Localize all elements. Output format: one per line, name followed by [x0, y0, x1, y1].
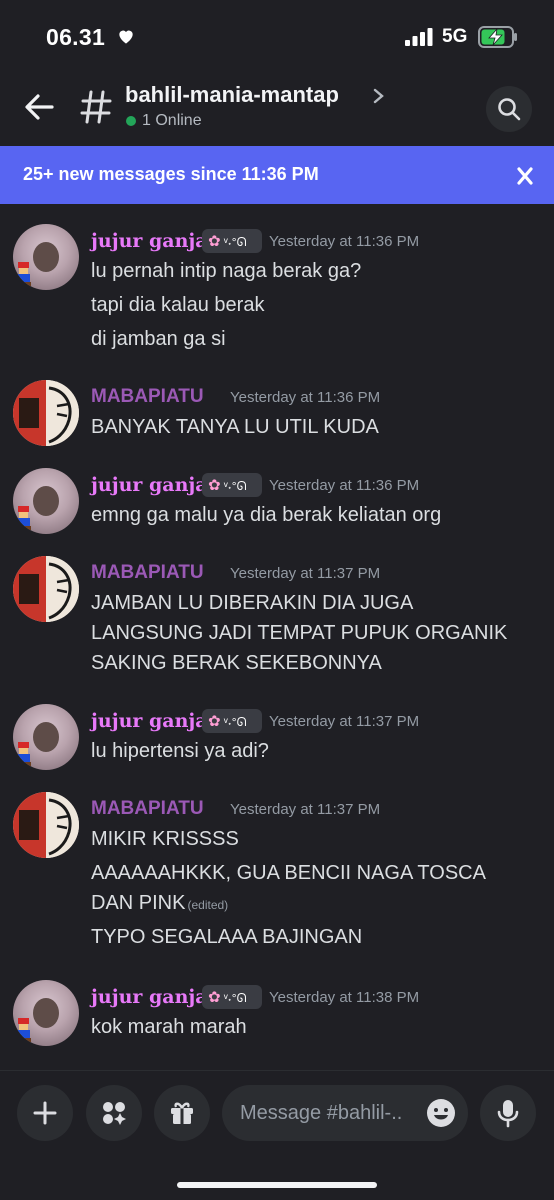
message-text: kok marah marah	[91, 1016, 247, 1038]
server-tag-text: ᵛ˖°ᘏ	[223, 235, 247, 249]
online-count: 1 Online	[142, 112, 202, 129]
mario-icon	[16, 742, 31, 766]
gift-button[interactable]	[154, 1085, 210, 1141]
add-attachment-button[interactable]	[17, 1085, 73, 1141]
timestamp: Yesterday at 11:37 PM	[230, 801, 381, 818]
server-tag-text: ᵛ˖°ᘏ	[223, 991, 247, 1005]
apps-button[interactable]	[86, 1085, 142, 1141]
mario-icon	[16, 262, 31, 286]
author-name[interactable]: MABAPIATU	[91, 798, 204, 820]
avatar[interactable]	[13, 792, 79, 858]
mario-icon	[16, 1018, 31, 1042]
author-name[interactable]: jujur ganjar	[91, 710, 218, 732]
manga-avatar-icon	[13, 380, 79, 446]
message-text-part: DAN PINK	[91, 892, 186, 914]
message-text: lu hipertensi ya adi?	[91, 740, 269, 762]
flower-icon: ✿	[208, 713, 221, 730]
network-type: 5G	[442, 26, 468, 47]
gift-icon	[171, 1102, 193, 1124]
author-name[interactable]: MABAPIATU	[91, 562, 204, 584]
flower-icon: ✿	[208, 989, 221, 1006]
channel-name[interactable]: bahlil-mania-mantap	[125, 82, 339, 108]
avatar[interactable]	[13, 980, 79, 1046]
message-text: DAN PINK (edited)	[91, 892, 228, 915]
author-name[interactable]: MABAPIATU	[91, 386, 204, 408]
message-text: JAMBAN LU DIBERAKIN DIA JUGA	[91, 592, 414, 614]
edited-label: (edited)	[187, 898, 229, 912]
signal-icon	[405, 28, 433, 46]
online-status-dot	[126, 116, 136, 126]
message-text: tapi dia kalau berak	[91, 294, 265, 316]
manga-avatar-icon	[13, 556, 79, 622]
server-tag[interactable]: ✿ ᵛ˖°ᘏ	[202, 985, 262, 1009]
message-text: AAAAAAHKKK, GUA BENCII NAGA TOSCA	[91, 862, 486, 884]
avatar[interactable]	[13, 224, 79, 290]
status-bar: 06.31 5G	[0, 0, 554, 74]
heart-icon	[119, 30, 133, 44]
message-text: MIKIR KRISSSS	[91, 828, 239, 850]
battery-charging-icon	[478, 26, 517, 48]
server-tag-text: ᵛ˖°ᘏ	[223, 479, 247, 493]
message-input[interactable]: Message #bahlil-..	[222, 1085, 468, 1141]
new-messages-banner[interactable]: 25+ new messages since 11:36 PM	[0, 146, 554, 204]
new-messages-text: 25+ new messages since 11:36 PM	[23, 164, 319, 184]
timestamp: Yesterday at 11:36 PM	[269, 477, 420, 494]
flower-icon: ✿	[208, 233, 221, 250]
emoji-icon[interactable]	[426, 1098, 456, 1128]
timestamp: Yesterday at 11:38 PM	[269, 989, 420, 1006]
flower-icon: ✿	[208, 477, 221, 494]
server-tag[interactable]: ✿ ᵛ˖°ᘏ	[202, 709, 262, 733]
close-icon[interactable]	[512, 165, 538, 187]
avatar[interactable]	[13, 704, 79, 770]
timestamp: Yesterday at 11:37 PM	[230, 565, 381, 582]
timestamp: Yesterday at 11:37 PM	[269, 713, 420, 730]
server-tag[interactable]: ✿ ᵛ˖°ᘏ	[202, 229, 262, 253]
timestamp: Yesterday at 11:36 PM	[269, 233, 420, 250]
mario-icon	[16, 506, 31, 530]
message-text: LANGSUNG JADI TEMPAT PUPUK ORGANIK	[91, 622, 508, 644]
author-name[interactable]: jujur ganjar	[91, 474, 218, 496]
search-button[interactable]	[486, 86, 532, 132]
message-text: BANYAK TANYA LU UTIL KUDA	[91, 416, 379, 438]
message-composer: Message #bahlil-..	[0, 1070, 554, 1200]
message-text: di jamban ga si	[91, 328, 226, 350]
chevron-right-icon[interactable]	[372, 88, 386, 104]
server-tag[interactable]: ✿ ᵛ˖°ᘏ	[202, 473, 262, 497]
timestamp: Yesterday at 11:36 PM	[230, 389, 381, 406]
voice-message-button[interactable]	[480, 1085, 536, 1141]
author-name[interactable]: jujur ganjar	[91, 230, 218, 252]
status-time: 06.31	[46, 24, 106, 50]
message-text: lu pernah intip naga berak ga?	[91, 260, 362, 282]
server-tag-text: ᵛ˖°ᘏ	[223, 715, 247, 729]
message-input-placeholder: Message #bahlil-..	[240, 1102, 403, 1124]
microphone-icon	[497, 1100, 519, 1128]
home-indicator[interactable]	[177, 1182, 377, 1188]
plus-icon	[33, 1101, 57, 1125]
avatar[interactable]	[13, 468, 79, 534]
message-list[interactable]: jujur ganjar ✿ ᵛ˖°ᘏ Yesterday at 11:36 P…	[0, 204, 554, 1070]
channel-hash-icon	[80, 90, 112, 124]
avatar[interactable]	[13, 380, 79, 446]
avatar[interactable]	[13, 556, 79, 622]
apps-icon	[103, 1102, 126, 1125]
message-text: emng ga malu ya dia berak keliatan org	[91, 504, 442, 526]
back-arrow-icon[interactable]	[22, 90, 56, 124]
message-text: TYPO SEGALAAA BAJINGAN	[91, 926, 363, 948]
search-icon	[498, 98, 521, 121]
channel-header: bahlil-mania-mantap 1 Online	[0, 74, 554, 146]
message-text: SAKING BERAK SEKEBONNYA	[91, 652, 382, 674]
manga-avatar-icon	[13, 792, 79, 858]
author-name[interactable]: jujur ganjar	[91, 986, 218, 1008]
